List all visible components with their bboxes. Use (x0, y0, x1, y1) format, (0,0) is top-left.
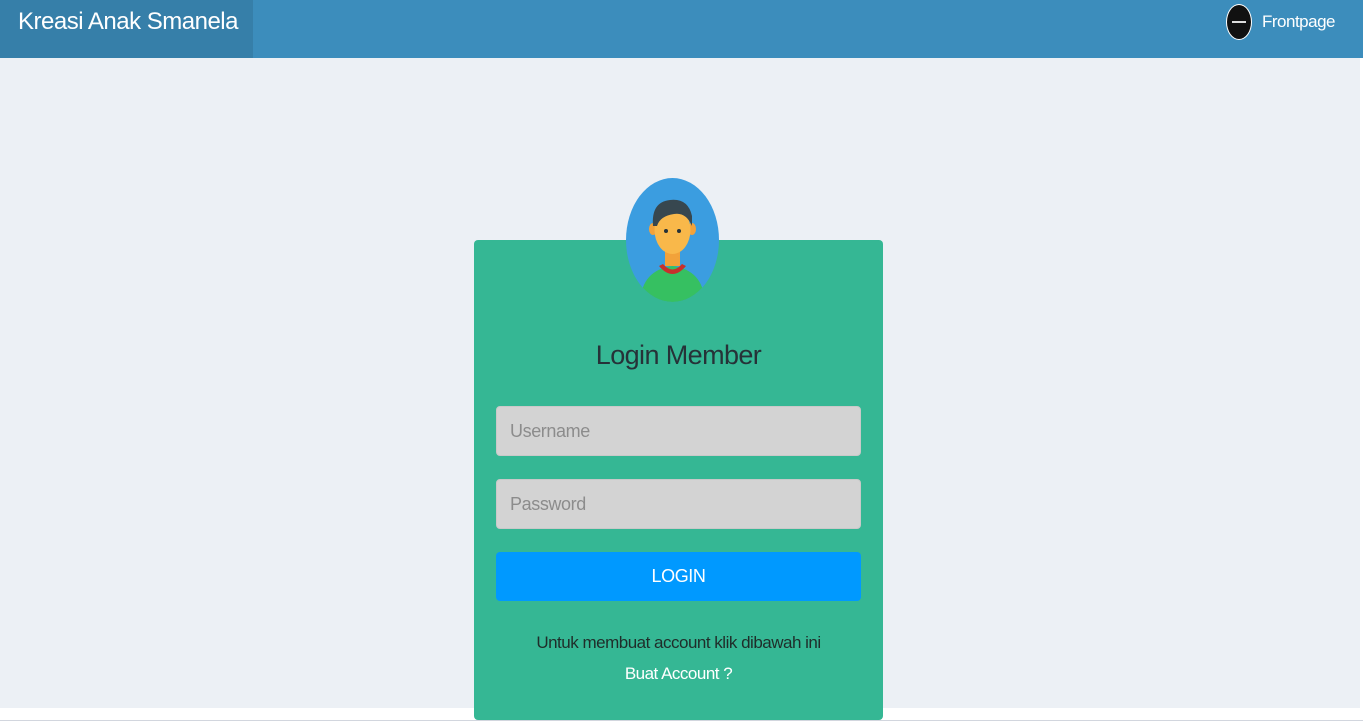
signup-hint-text: Untuk membuat account klik dibawah ini (536, 633, 821, 652)
user-avatar-icon (626, 178, 719, 302)
frontpage-link-label: Frontpage (1262, 12, 1336, 31)
username-input[interactable] (496, 406, 861, 456)
login-card: Login Member LOGIN Untuk membuat account… (474, 240, 883, 720)
create-account-link[interactable]: Buat Account ? (474, 664, 883, 684)
brand-logo-text[interactable]: Kreasi Anak Smanela (0, 0, 253, 58)
user-avatar-icon (1226, 4, 1252, 40)
login-button[interactable]: LOGIN (496, 552, 861, 601)
password-input[interactable] (496, 479, 861, 529)
login-title: Login Member (595, 340, 762, 370)
top-navbar: Kreasi Anak Smanela Frontpage (0, 0, 1363, 58)
bottom-divider (0, 720, 1363, 721)
frontpage-link[interactable]: Frontpage (1226, 4, 1336, 40)
